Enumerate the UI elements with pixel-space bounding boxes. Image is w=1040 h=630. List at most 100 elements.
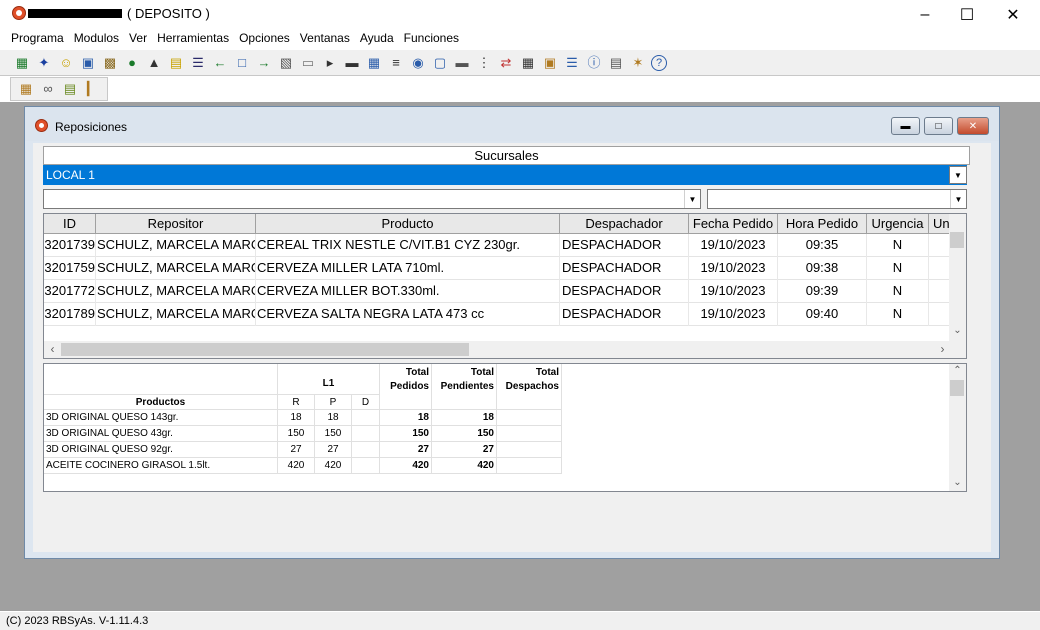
dots-grid-icon[interactable]: ⋮	[475, 54, 493, 72]
table-horizontal-scrollbar[interactable]: ‹ ›	[44, 341, 966, 358]
wand-icon[interactable]: ✶	[629, 54, 647, 72]
arrow-back-icon[interactable]: ←	[211, 54, 229, 72]
help-icon[interactable]: ?	[651, 54, 667, 71]
cell-urgencia: N	[867, 303, 929, 326]
chevron-down-icon[interactable]: ▼	[684, 190, 700, 208]
list-icon[interactable]: ☰	[189, 54, 207, 72]
menu-herramientas[interactable]: Herramientas	[152, 30, 234, 50]
scroll-down-icon[interactable]: ⌄	[949, 474, 966, 491]
app-icon[interactable]	[12, 6, 26, 20]
child-app-icon[interactable]	[35, 119, 48, 132]
table-row[interactable]: 73201789 SCHULZ, MARCELA MARCELA CERVEZA…	[44, 303, 951, 326]
notes-icon[interactable]: ▤	[607, 54, 625, 72]
form-icon[interactable]: ▦	[365, 54, 383, 72]
menu-funciones[interactable]: Funciones	[399, 30, 464, 50]
col-repositor[interactable]: Repositor	[96, 214, 256, 234]
sucursal-select[interactable]: LOCAL 1 ▼	[43, 165, 967, 185]
resumen-vertical-scrollbar[interactable]: ⌃ ⌄	[949, 364, 966, 491]
resumen-table: Productos L1 R P D Total Pedidos Total P…	[43, 363, 967, 492]
folder-note-icon[interactable]: ▤	[167, 54, 185, 72]
menu-ver[interactable]: Ver	[124, 30, 152, 50]
chevron-down-icon[interactable]: ▼	[950, 190, 966, 208]
cell-total-despachos	[497, 426, 562, 442]
close-button[interactable]: ✕	[990, 0, 1036, 30]
cell-hora: 09:35	[778, 234, 867, 257]
maximize-button[interactable]: ☐	[944, 0, 990, 30]
link-icon[interactable]: ∞	[39, 80, 57, 98]
info-icon[interactable]: ⓘ	[585, 54, 603, 72]
cell-producto: ACEITE COCINERO GIRASOL 1.5lt.	[44, 458, 278, 474]
menu-ventanas[interactable]: Ventanas	[295, 30, 355, 50]
menu-programa[interactable]: Programa	[6, 30, 69, 50]
bus-icon[interactable]: ▬	[453, 54, 471, 72]
scroll-left-icon[interactable]: ‹	[44, 341, 61, 358]
col-urgencia[interactable]: Urgencia	[867, 214, 929, 234]
runner-icon[interactable]: ✦	[35, 54, 53, 72]
bank-icon[interactable]: ▲	[145, 54, 163, 72]
cell-total-pendientes: 27	[432, 442, 497, 458]
cell-id: 73201739	[44, 234, 96, 257]
col-producto[interactable]: Producto	[256, 214, 560, 234]
cell-urgencia: N	[867, 234, 929, 257]
grid-icon[interactable]: ▦	[13, 54, 31, 72]
window-edit-icon[interactable]: □	[233, 54, 251, 72]
bag-icon[interactable]: ●	[123, 54, 141, 72]
ledger-icon[interactable]: ▤	[61, 80, 79, 98]
monitor-icon[interactable]: ▢	[431, 54, 449, 72]
scroll-right-icon[interactable]: ›	[934, 341, 951, 358]
package-icon[interactable]: ▣	[541, 54, 559, 72]
truck-icon[interactable]: ▧	[277, 54, 295, 72]
menu-opciones[interactable]: Opciones	[234, 30, 295, 50]
cell-d	[352, 458, 380, 474]
sucursal-value: LOCAL 1	[46, 168, 95, 182]
cabinet-icon[interactable]: ▩	[101, 54, 119, 72]
col-despachador[interactable]: Despachador	[560, 214, 689, 234]
document-list-icon[interactable]: ≡	[387, 54, 405, 72]
child-close-button[interactable]: ✕	[957, 117, 989, 135]
cell-despachador: DESPACHADOR	[560, 257, 689, 280]
chart-grid-icon[interactable]: ▦	[17, 80, 35, 98]
menu-ayuda[interactable]: Ayuda	[355, 30, 399, 50]
table-icon[interactable]: ▦	[519, 54, 537, 72]
exit-door-icon[interactable]: ▎	[83, 80, 101, 98]
minimize-button[interactable]: –	[902, 0, 948, 30]
table-row[interactable]: 73201772 SCHULZ, MARCELA MARCELA CERVEZA…	[44, 280, 951, 303]
scrollbar-thumb[interactable]	[950, 232, 964, 248]
child-restore-button[interactable]: □	[924, 117, 953, 135]
transfer-icon[interactable]: ⇄	[497, 54, 515, 72]
total-pendientes-line1: Total	[470, 367, 494, 378]
scroll-down-icon[interactable]: ⌄	[949, 322, 966, 339]
child-title-bar: Reposiciones ▬ □ ✕	[25, 107, 999, 141]
main-toolbar: ▦ ✦ ☺ ▣ ▩ ● ▲ ▤ ☰ ← □ → ▧ ▭ ▸ ▬ ▦ ≡ ◉ ▢ …	[0, 50, 1040, 76]
arrow-forward-icon[interactable]: →	[255, 54, 273, 72]
col-fecha-pedido[interactable]: Fecha Pedido	[689, 214, 778, 234]
calendar-icon[interactable]: ▣	[79, 54, 97, 72]
child-minimize-button[interactable]: ▬	[891, 117, 920, 135]
col-id[interactable]: ID	[44, 214, 96, 234]
clipboard-icon[interactable]: ▭	[299, 54, 317, 72]
scrollbar-thumb[interactable]	[61, 343, 469, 356]
filter-select-1[interactable]: ▼	[43, 189, 701, 209]
disk-icon[interactable]: ◉	[409, 54, 427, 72]
stack-icon[interactable]: ☰	[563, 54, 581, 72]
reposiciones-table: ID Repositor Producto Despachador Fecha …	[43, 213, 967, 359]
chevron-down-icon[interactable]: ▼	[949, 166, 967, 184]
menu-modulos[interactable]: Modulos	[69, 30, 124, 50]
table-row[interactable]: 73201739 SCHULZ, MARCELA MARCELA CEREAL …	[44, 234, 951, 257]
smiley-icon[interactable]: ☺	[57, 54, 75, 72]
cell-urgencia: N	[867, 280, 929, 303]
table-row[interactable]: 73201759 SCHULZ, MARCELA MARCELA CERVEZA…	[44, 257, 951, 280]
cell-despachador: DESPACHADOR	[560, 303, 689, 326]
scroll-up-icon[interactable]: ⌃	[949, 364, 966, 378]
cell-producto: CERVEZA MILLER BOT.330ml.	[256, 280, 560, 303]
cell-p: 150	[315, 426, 352, 442]
keyboard-icon[interactable]: ▬	[343, 54, 361, 72]
total-pendientes-header: Total Pendientes	[432, 364, 497, 410]
title-bar: ( DEPOSITO ) – ☐ ✕	[0, 0, 1040, 30]
col-un[interactable]: Un	[929, 214, 951, 234]
cursor-icon[interactable]: ▸	[321, 54, 339, 72]
table-vertical-scrollbar[interactable]: ⌄	[949, 214, 966, 341]
filter-select-2[interactable]: ▼	[707, 189, 967, 209]
col-hora-pedido[interactable]: Hora Pedido	[778, 214, 867, 234]
scrollbar-thumb[interactable]	[950, 380, 964, 396]
